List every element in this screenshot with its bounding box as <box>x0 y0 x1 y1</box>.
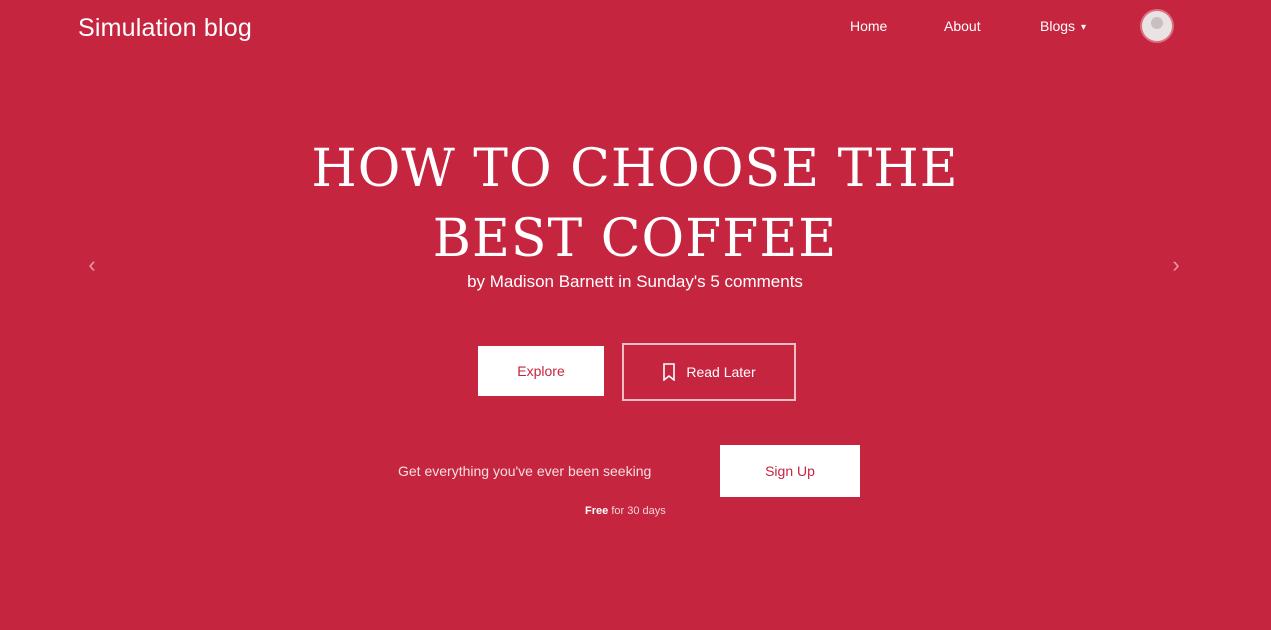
subscribe-text: Get everything you've ever been seeking <box>398 463 652 479</box>
trial-note-rest: for 30 days <box>611 505 666 517</box>
bookmark-icon <box>663 363 676 381</box>
chevron-down-icon: ▾ <box>1081 22 1087 33</box>
chevron-left-icon[interactable]: ‹ <box>80 252 104 278</box>
main-nav: Home About Blogs ▾ <box>0 18 1271 40</box>
explore-button[interactable]: Explore <box>478 346 604 396</box>
chevron-right-icon[interactable]: › <box>1164 252 1188 278</box>
post-byline: by Madison Barnett in Sunday's 5 comment… <box>467 272 803 291</box>
nav-about-link[interactable]: About <box>944 18 981 34</box>
nav-home-link[interactable]: Home <box>850 18 887 34</box>
trial-note: Free for 30 days <box>585 505 666 517</box>
trial-note-bold: Free <box>585 505 609 517</box>
sign-up-button[interactable]: Sign Up <box>720 445 860 497</box>
top-navigation-bar: Simulation blog Home About Blogs ▾ <box>0 0 1271 56</box>
nav-blogs-label: Blogs <box>1040 18 1076 34</box>
nav-blogs-dropdown[interactable]: Blogs ▾ <box>1040 18 1086 34</box>
read-later-button[interactable]: Read Later <box>622 343 796 401</box>
subscribe-row: Get everything you've ever been seeking … <box>0 445 1271 501</box>
hero-title: HOW TO CHOOSE THE BEST COFFEE <box>311 139 959 269</box>
read-later-label: Read Later <box>686 364 756 380</box>
user-avatar-icon[interactable] <box>1142 11 1172 41</box>
